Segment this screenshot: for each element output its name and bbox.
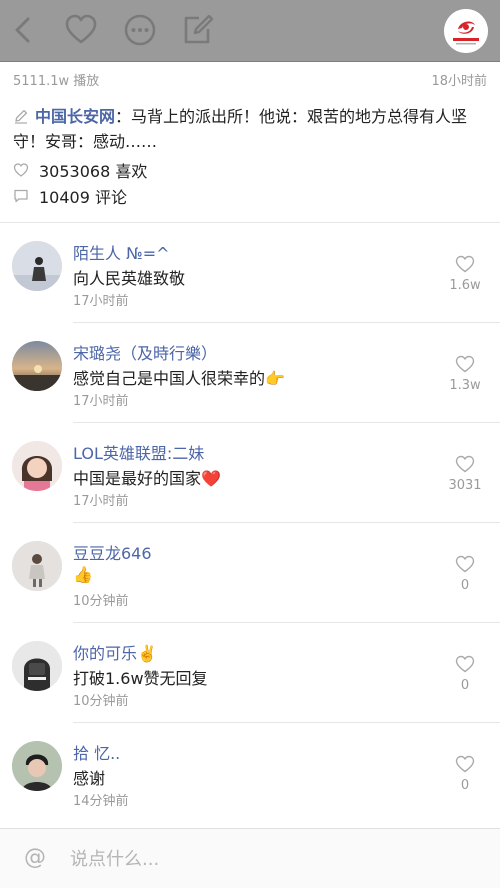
comment-text: 打破1.6w赞无回复 (73, 669, 208, 688)
comment-time: 14分钟前 (73, 794, 129, 809)
comments-count: 10409 评论 (39, 188, 127, 207)
post-time: 18小时前 (431, 74, 487, 89)
heart-outline-icon (455, 255, 475, 273)
comment-like-count: 1.6w (449, 278, 481, 293)
comment-author[interactable]: 拾 忆.. (73, 740, 120, 764)
heart-outline-icon (455, 655, 475, 673)
avatar[interactable] (12, 441, 62, 491)
heart-outline-icon (455, 455, 475, 473)
channel-logo[interactable] (444, 9, 488, 53)
post-author[interactable]: 中国长安网 (35, 107, 115, 126)
heart-outline-icon (455, 555, 475, 573)
comment-author[interactable]: LOL英雄联盟:二妹 (73, 440, 204, 464)
comment-item: LOL英雄联盟:二妹 中国是最好的国家❤️ 17小时前 3031 (0, 423, 500, 523)
comment-like-count: 0 (460, 578, 470, 593)
comment-time: 10分钟前 (73, 594, 129, 609)
back-arrow-icon[interactable] (6, 12, 42, 48)
comment-item: 你的可乐✌️ 打破1.6w赞无回复 10分钟前 0 (0, 623, 500, 723)
comment-time: 17小时前 (73, 294, 129, 309)
avatar[interactable] (12, 241, 62, 291)
comment-input[interactable] (70, 841, 470, 877)
likes-count: 3053068 喜欢 (39, 162, 148, 181)
play-count: 5111.1w 播放 (13, 74, 100, 89)
heart-outline-icon (13, 163, 29, 177)
comment-author[interactable]: 你的可乐✌️ (73, 640, 157, 664)
comment-item: 陌生人 №=^ 向人民英雄致敬 17小时前 1.6w (0, 223, 500, 323)
comment-like-button[interactable]: 0 (444, 655, 486, 693)
comment-text: 向人民英雄致敬 (73, 269, 186, 288)
comment-like-count: 0 (460, 778, 470, 793)
comments-summary[interactable]: 10409 评论 (13, 185, 127, 207)
avatar[interactable] (12, 541, 62, 591)
channel-logo-icon (444, 9, 488, 53)
comment-author[interactable]: 豆豆龙646 (73, 540, 152, 564)
heart-outline-icon (455, 755, 475, 773)
share-edit-icon[interactable] (179, 12, 215, 48)
comment-like-button[interactable]: 1.3w (444, 355, 486, 393)
top-bar (0, 0, 500, 62)
comment-author[interactable]: 陌生人 №=^ (73, 240, 170, 264)
comment-text: 👍 (73, 565, 93, 584)
heart-outline-icon (455, 355, 475, 373)
post-description: 中国长安网：马背上的派出所！他说：艰苦的地方总得有人坚守！安哥：感动…… (13, 104, 484, 154)
comment-text: 感觉自己是中国人很荣幸的👉 (73, 369, 285, 388)
comment-text: 感谢 (73, 769, 106, 788)
video-stats: 5111.1w 播放 18小时前 (13, 70, 487, 90)
likes-summary[interactable]: 3053068 喜欢 (13, 159, 147, 181)
avatar[interactable] (12, 641, 62, 691)
comment-like-count: 0 (460, 678, 470, 693)
avatar[interactable] (12, 341, 62, 391)
comment-bubble-icon (14, 189, 28, 203)
comment-author[interactable]: 宋璐尧（及時行樂） (73, 340, 217, 364)
comment-input-bar: @ (0, 828, 500, 888)
comment-item: 宋璐尧（及時行樂） 感觉自己是中国人很荣幸的👉 17小时前 1.3w (0, 323, 500, 423)
comment-like-button[interactable]: 0 (444, 555, 486, 593)
comment-item: 拾 忆.. 感谢 14分钟前 0 (0, 723, 500, 823)
avatar[interactable] (12, 741, 62, 791)
comment-text: 中国是最好的国家❤️ (73, 469, 221, 488)
more-icon[interactable] (122, 12, 158, 48)
comment-like-count: 1.3w (449, 378, 481, 393)
heart-icon[interactable] (63, 12, 99, 48)
comment-like-button[interactable]: 1.6w (444, 255, 486, 293)
comment-time: 10分钟前 (73, 694, 129, 709)
comment-time: 17小时前 (73, 494, 129, 509)
pencil-icon (15, 109, 28, 124)
comment-like-button[interactable]: 0 (444, 755, 486, 793)
mention-icon[interactable]: @ (24, 845, 46, 870)
comment-time: 17小时前 (73, 394, 129, 409)
comment-like-button[interactable]: 3031 (444, 455, 486, 493)
comment-item: 豆豆龙646 👍 10分钟前 0 (0, 523, 500, 623)
comment-like-count: 3031 (448, 478, 482, 493)
